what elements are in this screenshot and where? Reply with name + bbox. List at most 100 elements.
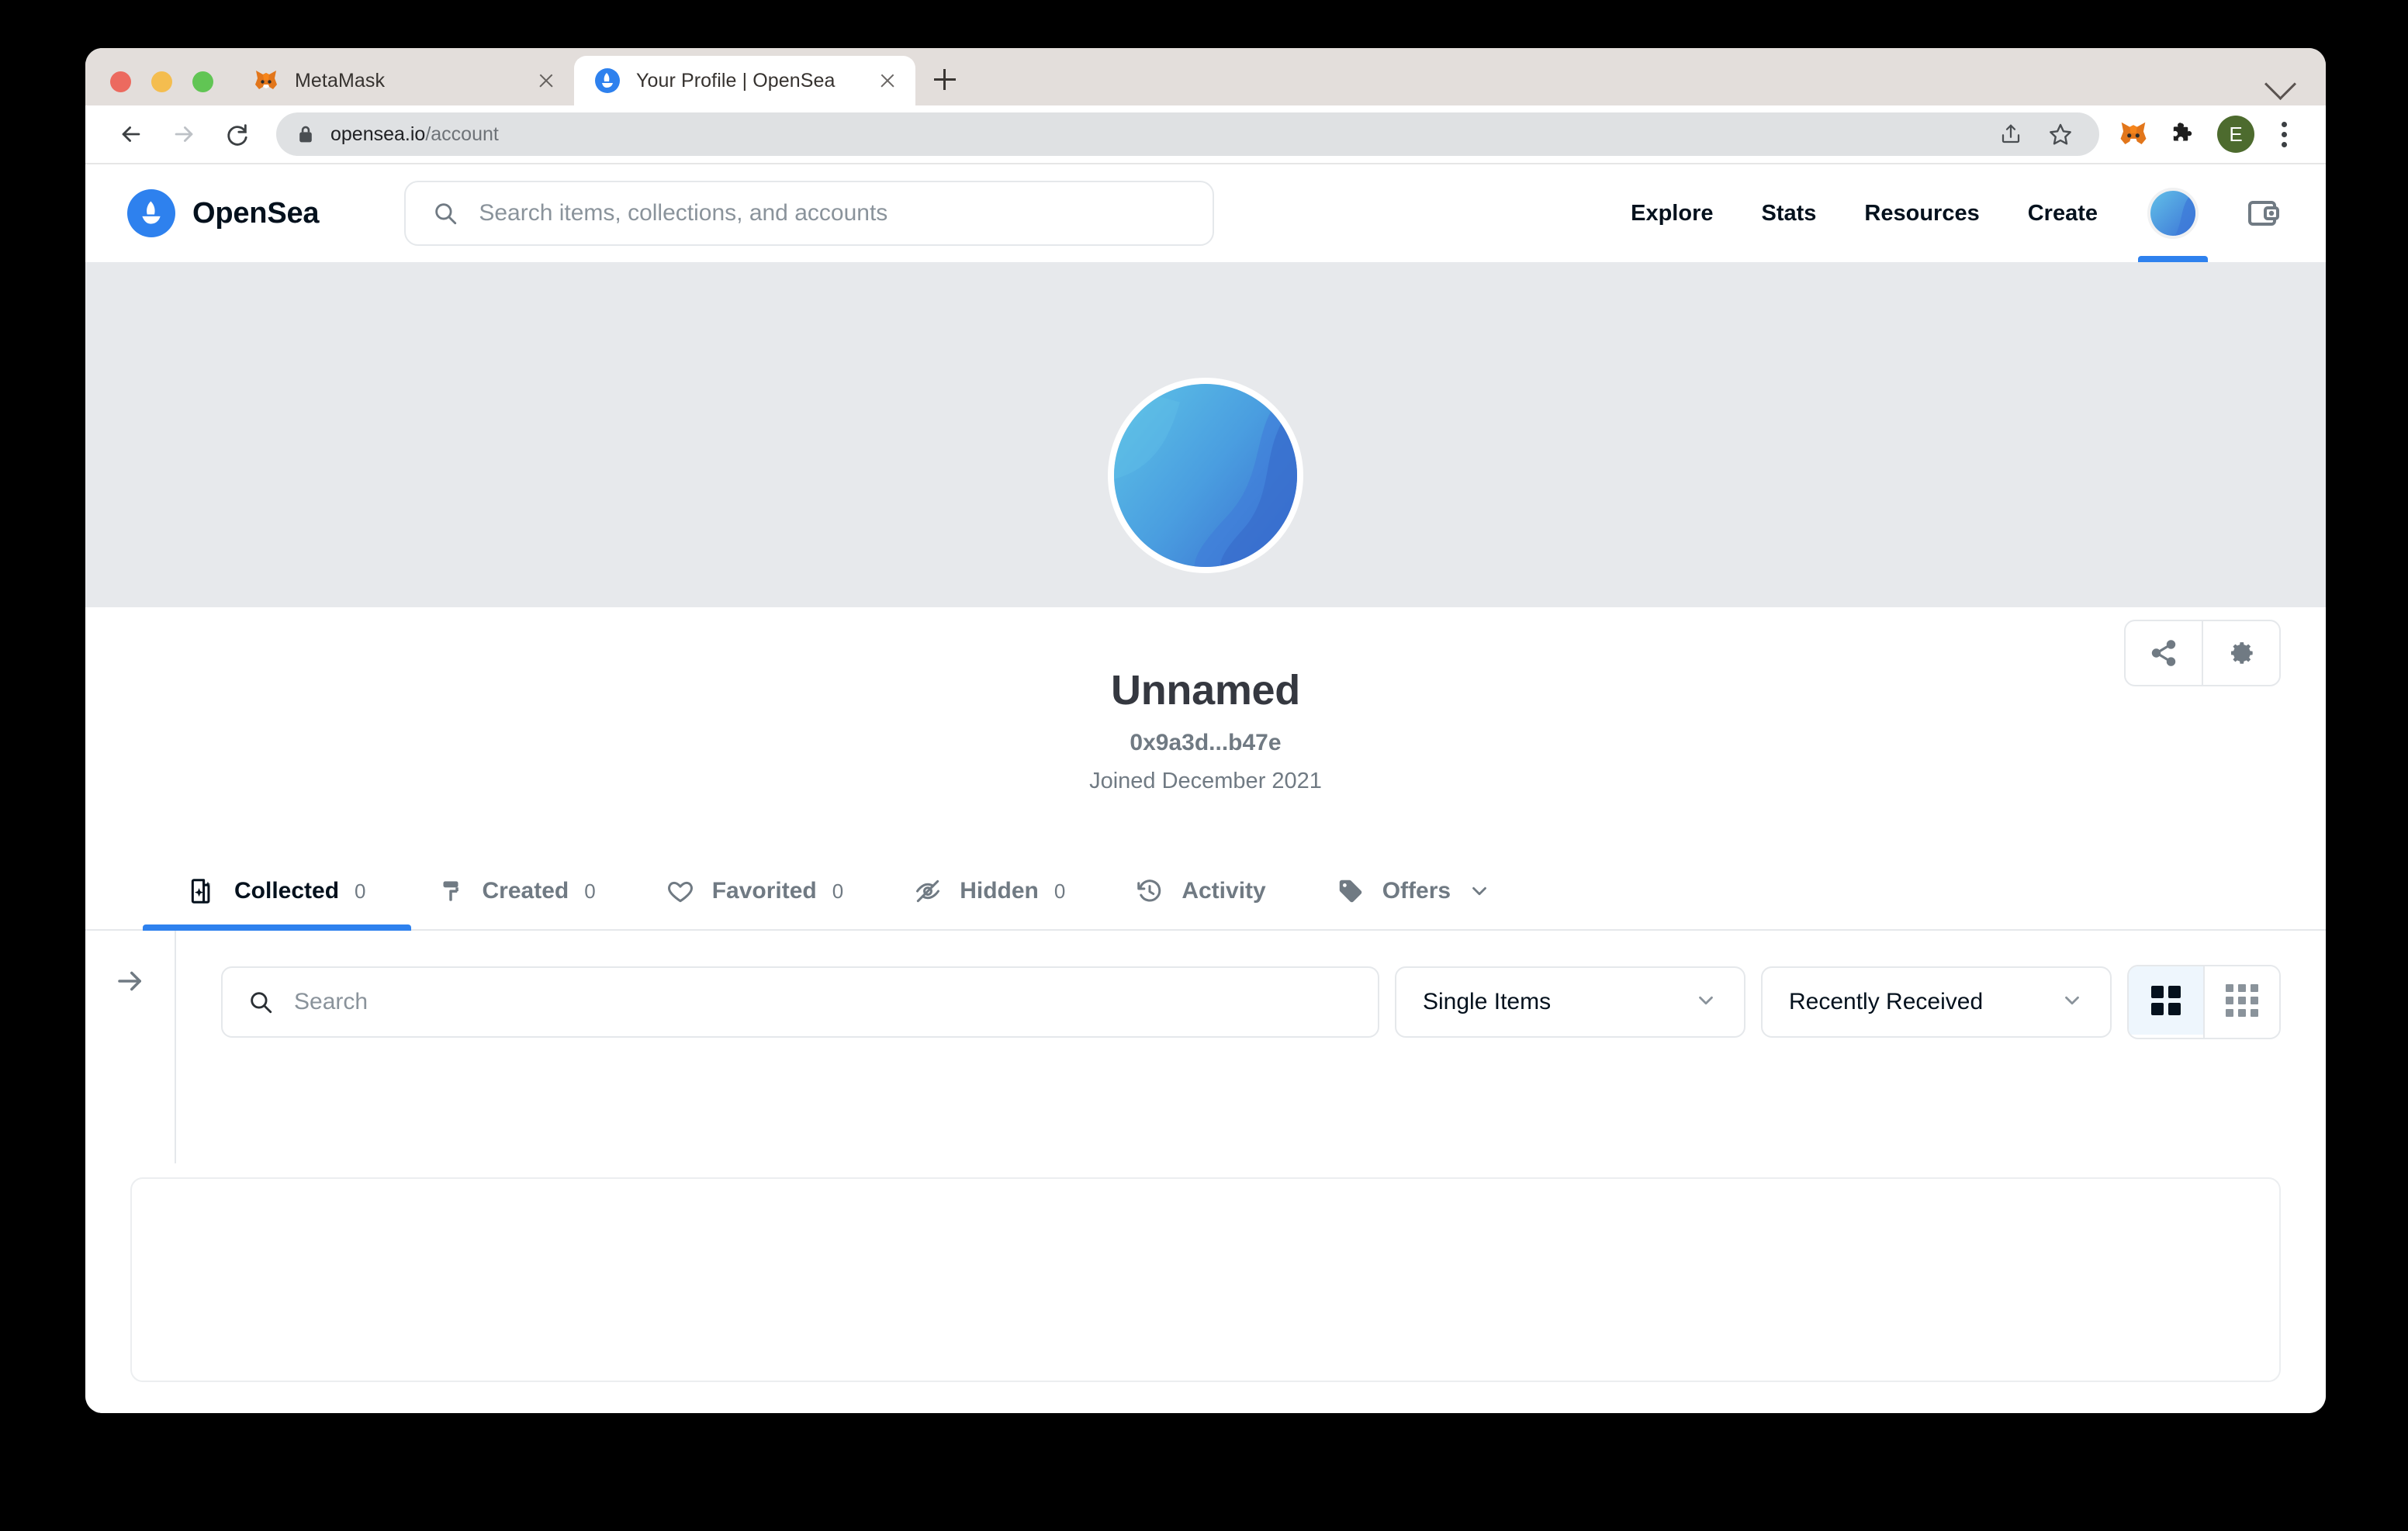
item-type-select[interactable]: Single Items bbox=[1395, 966, 1745, 1038]
browser-tab-metamask[interactable]: MetaMask bbox=[233, 56, 574, 105]
tab-count: 0 bbox=[1054, 879, 1066, 903]
url-path: /account bbox=[425, 123, 499, 145]
close-window-button[interactable] bbox=[110, 71, 131, 92]
page-title: Unnamed bbox=[1111, 667, 1300, 714]
share-icon[interactable] bbox=[1989, 112, 2033, 156]
global-search-placeholder: Search items, collections, and accounts bbox=[479, 200, 888, 226]
filter-area: Search Single Items Recently Received bbox=[85, 931, 2326, 1163]
chevron-down-icon bbox=[2060, 989, 2084, 1016]
metamask-fox-icon[interactable] bbox=[2112, 112, 2155, 156]
browser-tab-title: MetaMask bbox=[295, 69, 386, 92]
tab-favorited[interactable]: Favorited 0 bbox=[661, 853, 849, 929]
minimize-window-button[interactable] bbox=[151, 71, 172, 92]
grid-2x2-icon bbox=[2151, 986, 2181, 1015]
brand-name: OpenSea bbox=[192, 196, 320, 230]
avatar bbox=[2147, 188, 2199, 239]
nav-item-create[interactable]: Create bbox=[2028, 201, 2098, 226]
forward-arrow-icon[interactable] bbox=[163, 113, 205, 155]
profile-action-buttons bbox=[2124, 620, 2281, 686]
profile-wallet-address[interactable]: 0x9a3d...b47e bbox=[85, 730, 2326, 756]
price-tag-icon bbox=[1336, 876, 1365, 906]
maximize-window-button[interactable] bbox=[192, 71, 213, 92]
window-traffic-lights bbox=[110, 71, 213, 92]
grid-small-view-button[interactable] bbox=[2205, 966, 2279, 1035]
puzzle-piece-icon[interactable] bbox=[2161, 112, 2205, 156]
opensea-header: OpenSea Search items, collections, and a… bbox=[85, 164, 2326, 262]
profile-avatar[interactable] bbox=[1108, 378, 1303, 573]
page-content: OpenSea Search items, collections, and a… bbox=[85, 164, 2326, 1413]
tab-collected[interactable]: Collected 0 bbox=[143, 853, 410, 931]
tab-label: Favorited bbox=[711, 878, 817, 904]
profile-settings-button[interactable] bbox=[2203, 621, 2279, 685]
tab-hidden[interactable]: Hidden 0 bbox=[908, 853, 1070, 929]
paint-roller-icon bbox=[436, 876, 465, 906]
arrow-right-icon[interactable] bbox=[114, 965, 147, 1163]
browser-tab-strip: MetaMask Your Profile | OpenSea bbox=[85, 48, 2326, 105]
metamask-fox-icon bbox=[253, 67, 279, 94]
nav-item-resources[interactable]: Resources bbox=[1864, 201, 1979, 226]
sort-select[interactable]: Recently Received bbox=[1761, 966, 2112, 1038]
back-arrow-icon[interactable] bbox=[110, 113, 152, 155]
address-bar-url: opensea.io/account bbox=[330, 123, 499, 146]
star-icon[interactable] bbox=[2039, 112, 2082, 156]
browser-tab-opensea[interactable]: Your Profile | OpenSea bbox=[574, 56, 915, 105]
close-tab-button[interactable] bbox=[877, 70, 898, 92]
tab-count: 0 bbox=[355, 879, 366, 903]
browser-tab-title: Your Profile | OpenSea bbox=[636, 69, 836, 92]
profile-summary: Unnamed 0x9a3d...b47e Joined December 20… bbox=[85, 378, 2326, 802]
search-icon bbox=[247, 989, 274, 1015]
filter-row: Search Single Items Recently Received bbox=[221, 965, 2281, 1039]
profile-joined-date: Joined December 2021 bbox=[1089, 769, 1322, 793]
share-profile-button[interactable] bbox=[2126, 621, 2202, 685]
browser-extension-icons: E bbox=[2112, 112, 2301, 156]
eye-off-icon bbox=[913, 876, 943, 906]
chevron-down-icon bbox=[1694, 989, 1718, 1016]
nav-item-explore[interactable]: Explore bbox=[1631, 201, 1713, 226]
item-search-placeholder: Search bbox=[294, 989, 368, 1014]
kebab-menu-icon[interactable] bbox=[2267, 112, 2301, 156]
opensea-icon bbox=[594, 67, 621, 94]
tab-label: Activity bbox=[1182, 878, 1266, 904]
chevron-down-icon[interactable] bbox=[1468, 880, 1491, 903]
tab-label: Hidden bbox=[960, 878, 1039, 904]
screenshot-root: MetaMask Your Profile | OpenSea opensea.… bbox=[0, 0, 2408, 1531]
nav-item-stats[interactable]: Stats bbox=[1761, 201, 1816, 226]
item-search-input[interactable]: Search bbox=[221, 966, 1379, 1038]
browser-window: MetaMask Your Profile | OpenSea opensea.… bbox=[85, 48, 2326, 1413]
heart-icon bbox=[666, 876, 695, 906]
tab-list: MetaMask Your Profile | OpenSea bbox=[233, 48, 967, 105]
collected-icon bbox=[188, 876, 217, 906]
address-bar[interactable]: opensea.io/account bbox=[276, 112, 2099, 156]
global-search-input[interactable]: Search items, collections, and accounts bbox=[404, 181, 1215, 246]
select-value: Single Items bbox=[1423, 989, 1552, 1014]
main-navigation: Explore Stats Resources Create bbox=[1583, 164, 2282, 262]
tab-activity[interactable]: Activity bbox=[1130, 853, 1270, 929]
new-tab-button[interactable] bbox=[923, 57, 967, 101]
filter-sidebar-rail bbox=[85, 931, 176, 1163]
opensea-logo[interactable]: OpenSea bbox=[127, 189, 320, 237]
grid-3x3-icon bbox=[2226, 984, 2258, 1017]
browser-toolbar: opensea.io/account E bbox=[85, 105, 2326, 164]
tab-count: 0 bbox=[832, 879, 844, 903]
history-clock-icon bbox=[1135, 876, 1164, 906]
grid-large-view-button[interactable] bbox=[2129, 966, 2203, 1035]
close-tab-button[interactable] bbox=[535, 70, 557, 92]
filter-main: Search Single Items Recently Received bbox=[176, 931, 2326, 1039]
results-panel bbox=[130, 1177, 2281, 1382]
profile-tab-bar: Collected 0 Created 0 Favorited 0 Hidden… bbox=[85, 853, 2326, 931]
active-nav-indicator bbox=[2138, 256, 2208, 262]
tab-offers[interactable]: Offers bbox=[1331, 853, 1496, 929]
opensea-ship-icon bbox=[127, 189, 175, 237]
search-icon bbox=[432, 200, 458, 226]
wallet-icon[interactable] bbox=[2245, 195, 2282, 232]
tab-label: Collected bbox=[234, 878, 340, 904]
chevron-down-icon[interactable] bbox=[2264, 67, 2297, 101]
tab-created[interactable]: Created 0 bbox=[431, 853, 600, 929]
reload-icon[interactable] bbox=[216, 113, 258, 155]
select-value: Recently Received bbox=[1789, 989, 1984, 1014]
browser-profile-avatar[interactable]: E bbox=[2217, 116, 2254, 153]
view-toggle-group bbox=[2127, 965, 2281, 1039]
nav-account-button[interactable] bbox=[2138, 164, 2208, 262]
url-domain: opensea.io bbox=[330, 123, 426, 145]
tab-label: Created bbox=[482, 878, 569, 904]
